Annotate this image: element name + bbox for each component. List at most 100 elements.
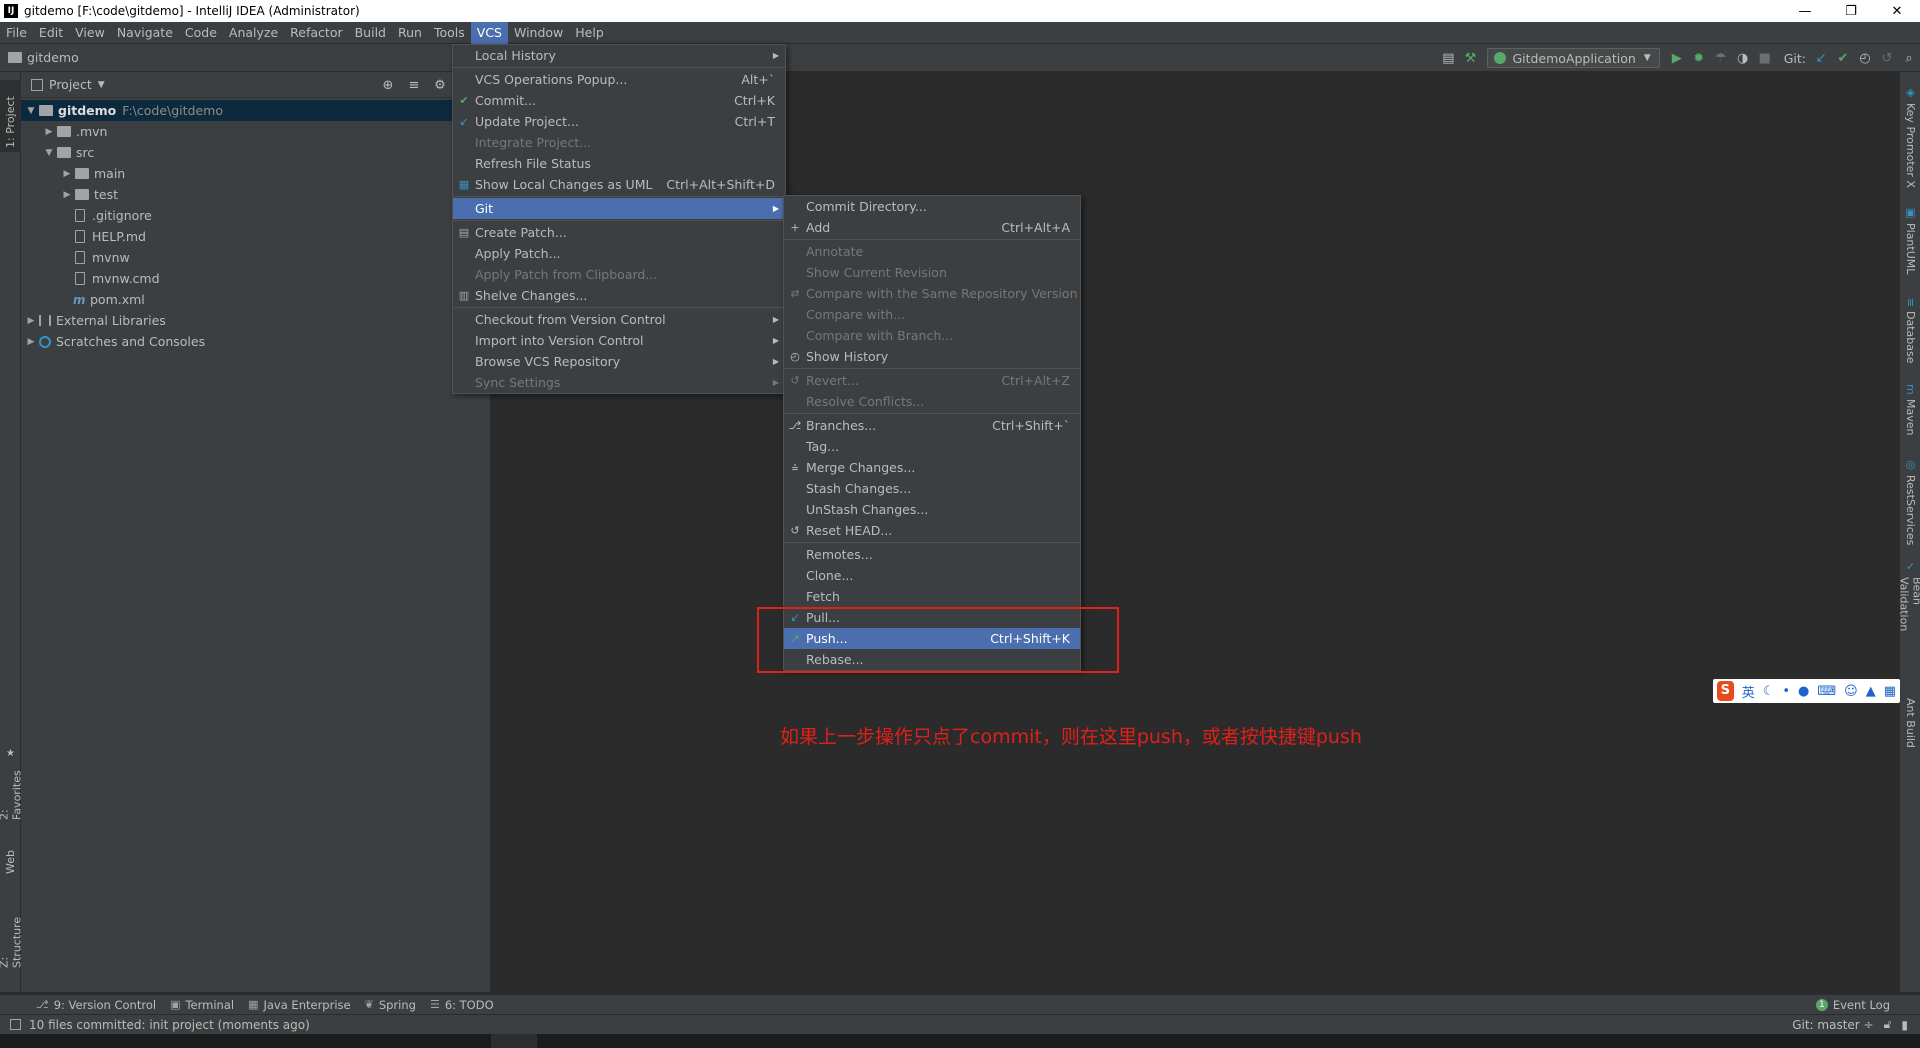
tab-favorites[interactable]: 2: Favorites ★ — [0, 744, 24, 824]
menu-refactor[interactable]: Refactor — [284, 22, 348, 44]
menu-item-add[interactable]: + Add Ctrl+Alt+A — [784, 217, 1080, 238]
expanded-arrow-icon[interactable]: ▼ — [41, 148, 57, 158]
tree-item-gitdemo[interactable]: ▼ gitdemo F:\code\gitdemo — [21, 100, 490, 121]
menu-item-show-history[interactable]: ◴ Show History — [784, 346, 1080, 367]
menu-vcs[interactable]: VCS — [470, 21, 508, 44]
keyboard-icon[interactable]: ⌨ — [1817, 684, 1836, 699]
tab-ant-build[interactable]: Ant Build — [1900, 698, 1920, 778]
menu-item-show-local-changes-uml[interactable]: ▦ Show Local Changes as UML Ctrl+Alt+Shif… — [453, 174, 785, 195]
tab-spring[interactable]: ❦ Spring — [365, 998, 416, 1012]
debug-icon[interactable]: ✹ — [1688, 47, 1710, 69]
tab-terminal[interactable]: ▣ Terminal — [170, 998, 234, 1012]
restore-icon[interactable]: ❐ — [1828, 0, 1874, 22]
menu-window[interactable]: Window — [508, 22, 569, 44]
close-icon[interactable]: ✕ — [1874, 0, 1920, 22]
locate-file-icon[interactable]: ⊕ — [375, 72, 401, 98]
tab-structure[interactable]: Z: Structure — [0, 904, 24, 972]
tree-item-test[interactable]: ▶ test — [21, 184, 490, 205]
memory-indicator-icon[interactable]: ▮ — [1901, 1018, 1908, 1032]
tree-item-mvnw-cmd[interactable]: mvnw.cmd — [21, 268, 490, 289]
menu-item-unstash-changes[interactable]: UnStash Changes... — [784, 499, 1080, 520]
tree-item-external-libraries[interactable]: ▶ External Libraries — [21, 310, 490, 331]
tab-todo[interactable]: ☰ 6: TODO — [430, 998, 494, 1012]
menu-navigate[interactable]: Navigate — [111, 22, 179, 44]
menu-file[interactable]: File — [0, 22, 33, 44]
menu-code[interactable]: Code — [179, 22, 223, 44]
tab-java-enterprise[interactable]: ▦ Java Enterprise — [248, 998, 351, 1012]
microphone-icon[interactable]: ● — [1798, 684, 1809, 699]
chevron-down-icon[interactable]: ▼ — [98, 80, 105, 90]
lock-icon[interactable]: 🔓︎ — [1884, 1017, 1892, 1032]
menu-item-tag[interactable]: Tag... — [784, 436, 1080, 457]
tab-event-log[interactable]: 1 Event Log — [1815, 998, 1890, 1012]
tool-windows-toggle-icon[interactable] — [10, 1019, 21, 1030]
git-history-icon[interactable]: ◴ — [1854, 47, 1876, 69]
tree-item-src[interactable]: ▼ src — [21, 142, 490, 163]
ime-language-toggle[interactable]: 英 — [1742, 682, 1755, 701]
project-view-selector[interactable]: Project — [49, 77, 92, 92]
collapsed-arrow-icon[interactable]: ▶ — [59, 169, 75, 179]
tab-restservices[interactable]: ◎ RestServices — [1900, 458, 1920, 548]
tab-maven[interactable]: m Maven — [1900, 384, 1920, 444]
search-everywhere-icon[interactable]: ⌕ — [1898, 47, 1920, 69]
minimize-icon[interactable]: — — [1782, 0, 1828, 22]
menu-item-merge-changes[interactable]: ⩮ Merge Changes... — [784, 457, 1080, 478]
collapsed-arrow-icon[interactable]: ▶ — [23, 337, 39, 347]
menu-item-checkout-vcs[interactable]: Checkout from Version Control ▶ — [453, 309, 785, 330]
punctuation-icon[interactable]: • — [1782, 684, 1790, 699]
tab-bean-validation[interactable]: ✓ Bean Validation — [1898, 560, 1920, 662]
tab-key-promoter[interactable]: ◈ Key Promoter X — [1900, 86, 1920, 196]
run-icon[interactable]: ▶ — [1666, 47, 1688, 69]
menu-item-fetch[interactable]: Fetch — [784, 586, 1080, 607]
menu-view[interactable]: View — [69, 22, 111, 44]
menu-item-clone[interactable]: Clone... — [784, 565, 1080, 586]
taskbar-app-button[interactable] — [491, 1034, 537, 1048]
tree-item-gitignore[interactable]: .gitignore — [21, 205, 490, 226]
project-structure-icon[interactable]: ▤ — [1437, 47, 1459, 69]
menu-edit[interactable]: Edit — [33, 22, 69, 44]
coverage-icon[interactable]: ☂ — [1710, 47, 1732, 69]
menu-item-remotes[interactable]: Remotes... — [784, 544, 1080, 565]
menu-tools[interactable]: Tools — [428, 22, 471, 44]
menu-item-commit-directory[interactable]: Commit Directory... — [784, 196, 1080, 217]
menu-help[interactable]: Help — [569, 22, 610, 44]
collapsed-arrow-icon[interactable]: ▶ — [23, 316, 39, 326]
run-configuration-selector[interactable]: GitdemoApplication ▼ — [1487, 48, 1660, 68]
menu-item-branches[interactable]: ⎇ Branches... Ctrl+Shift+` — [784, 415, 1080, 436]
toolbox-icon[interactable]: ▦ — [1884, 684, 1896, 699]
menu-analyze[interactable]: Analyze — [223, 22, 284, 44]
skin-icon[interactable]: ▲ — [1866, 684, 1876, 699]
collapse-all-icon[interactable]: ≡ — [401, 72, 427, 98]
collapsed-arrow-icon[interactable]: ▶ — [41, 127, 57, 137]
collapsed-arrow-icon[interactable]: ▶ — [59, 190, 75, 200]
profile-icon[interactable]: ◑ — [1732, 47, 1754, 69]
menu-item-stash-changes[interactable]: Stash Changes... — [784, 478, 1080, 499]
menu-item-local-history[interactable]: Local History ▶ — [453, 45, 785, 66]
tree-item-main[interactable]: ▶ main — [21, 163, 490, 184]
moon-icon[interactable]: ☾ — [1763, 684, 1775, 699]
menu-item-browse-vcs-repository[interactable]: Browse VCS Repository ▶ — [453, 351, 785, 372]
tab-version-control[interactable]: ⎇ 9: Version Control — [36, 998, 156, 1012]
git-commit-icon[interactable]: ✔ — [1832, 47, 1854, 69]
breadcrumb[interactable]: gitdemo — [8, 50, 79, 65]
tree-item-pom-xml[interactable]: m pom.xml — [21, 289, 490, 310]
git-rollback-icon[interactable]: ↺ — [1876, 47, 1898, 69]
menu-item-shelve-changes[interactable]: ▥ Shelve Changes... — [453, 285, 785, 306]
sogou-logo-icon[interactable]: S — [1717, 681, 1734, 701]
tree-item-scratches[interactable]: ▶ Scratches and Consoles — [21, 331, 490, 352]
gear-icon[interactable]: ⚙ — [427, 72, 453, 98]
expanded-arrow-icon[interactable]: ▼ — [23, 106, 39, 116]
menu-item-create-patch[interactable]: ▤ Create Patch... — [453, 222, 785, 243]
git-branch-widget[interactable]: Git: master ÷ — [1792, 1018, 1873, 1032]
tab-web[interactable]: Web — [0, 832, 21, 878]
tab-project[interactable]: 1: Project — [0, 80, 21, 152]
tab-plantuml[interactable]: ▣ PlantUML — [1900, 206, 1920, 286]
menu-item-git[interactable]: Git ▶ — [453, 198, 785, 219]
menu-item-import-vcs[interactable]: Import into Version Control ▶ — [453, 330, 785, 351]
tree-item-mvn[interactable]: ▶ .mvn — [21, 121, 490, 142]
tree-item-help-md[interactable]: HELP.md — [21, 226, 490, 247]
menu-item-vcs-operations-popup[interactable]: VCS Operations Popup... Alt+` — [453, 69, 785, 90]
user-icon[interactable]: ☺ — [1844, 684, 1858, 699]
menu-build[interactable]: Build — [349, 22, 392, 44]
menu-item-reset-head[interactable]: ↺ Reset HEAD... — [784, 520, 1080, 541]
